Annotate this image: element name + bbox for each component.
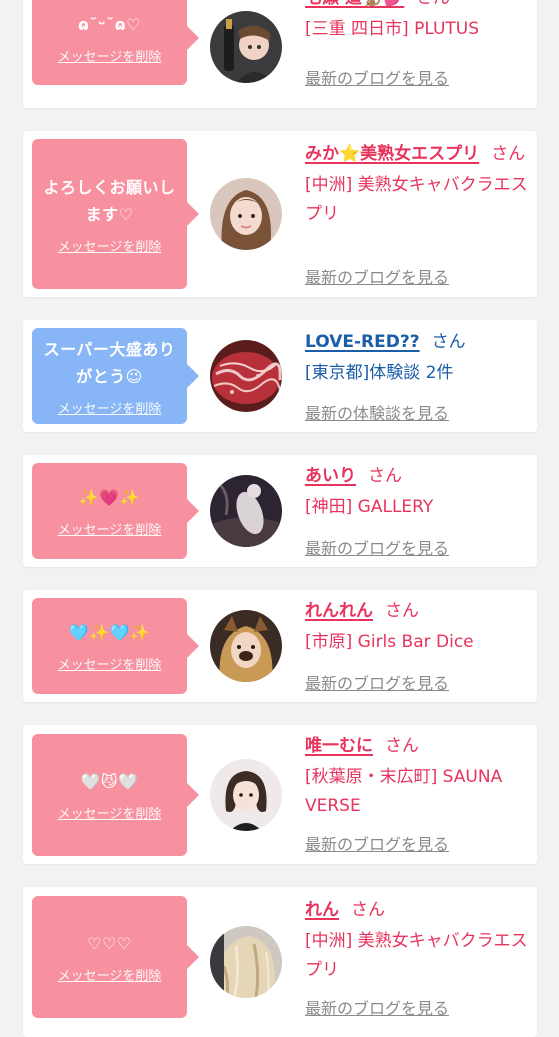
profile-name-link[interactable]: あいり — [305, 466, 356, 486]
profile-info: LOVE-RED?? さん [東京都]体験談 2件 最新の体験談を見る — [305, 327, 531, 432]
profile-info: あいり さん [神田] GALLERY 最新のブログを見る — [305, 461, 531, 567]
latest-post-link[interactable]: 最新のブログを見る — [305, 831, 449, 855]
dark-photo-avatar[interactable] — [210, 475, 282, 547]
favorite-card: よろしくお願いします♡ メッセージを削除 みか⭐美熟女エスプリ さん [中洲] 美… — [23, 131, 537, 297]
delete-message-link[interactable]: メッセージを削除 — [58, 654, 162, 673]
honorific-label: さん — [491, 144, 526, 164]
message-text: よろしくお願いします♡ — [43, 177, 176, 224]
latest-post-link[interactable]: 最新のブログを見る — [305, 65, 449, 89]
delete-message-link[interactable]: メッセージを削除 — [58, 46, 162, 65]
area-shop-label: [三重 四日市] PLUTUS — [305, 19, 480, 39]
profile-name-link[interactable]: れんれん — [305, 601, 373, 621]
favorite-card: スーパー大盛ありがとう😉 メッセージを削除 LOVE-RED?? さん [東京都]… — [23, 320, 537, 432]
honorific-label: さん — [385, 736, 419, 756]
profile-info: れんれん さん [市原] Girls Bar Dice 最新のブログを見る — [305, 596, 531, 702]
message-text: 🤍😼🤍 — [80, 772, 139, 791]
message-bubble: スーパー大盛ありがとう😉 メッセージを削除 — [32, 328, 199, 424]
favorite-card: ✨💗✨ メッセージを削除 あいり さん [神田] GALLERY 最新のブログを見… — [23, 455, 537, 567]
favorite-card: 🤍😼🤍 メッセージを削除 唯一むに さん [秋葉原・末広町] SAUNA VERS… — [23, 725, 537, 864]
dog-filter-selfie-avatar[interactable] — [210, 610, 282, 682]
profile-info: 七瀬 遥🐒💕 さん [三重 四日市] PLUTUS 最新のブログを見る — [305, 0, 531, 108]
delete-message-link[interactable]: メッセージを削除 — [58, 519, 162, 538]
area-shop-label: [神田] GALLERY — [305, 497, 434, 517]
latest-post-link[interactable]: 最新のブログを見る — [305, 670, 449, 694]
delete-message-link[interactable]: メッセージを削除 — [58, 236, 162, 255]
honorific-label: さん — [431, 332, 466, 352]
profile-name-link[interactable]: 唯一むに — [305, 736, 373, 756]
honorific-label: さん — [351, 900, 385, 920]
profile-name-link[interactable]: 七瀬 遥🐒💕 — [305, 0, 404, 8]
message-text: 🩵✨🩵✨ — [68, 623, 151, 642]
profile-name-link[interactable]: LOVE-RED?? — [305, 332, 420, 352]
profile-name-link[interactable]: れん — [305, 900, 339, 920]
favorite-card: 🩵✨🩵✨ メッセージを削除 れんれん さん [市原] Girls Bar Dice… — [23, 590, 537, 702]
delete-message-link[interactable]: メッセージを削除 — [58, 398, 162, 417]
favorite-card: ♡♡♡ メッセージを削除 れん さん [中洲] 美熟女キャバクラエスプリ 最新のブ… — [23, 887, 537, 1037]
latest-post-link[interactable]: 最新のブログを見る — [305, 535, 449, 559]
area-shop-label: [中洲] 美熟女キャバクラエスプリ — [305, 931, 528, 980]
favorite-card: ɷ˘ᵕ˘ɷ♡ メッセージを削除 七瀬 遥🐒💕 さん [三重 四日市] PLUTUS… — [23, 0, 537, 108]
message-bubble: ɷ˘ᵕ˘ɷ♡ メッセージを削除 — [32, 0, 199, 85]
latest-post-link[interactable]: 最新のブログを見る — [305, 995, 449, 1019]
message-bubble: 🩵✨🩵✨ メッセージを削除 — [32, 598, 199, 694]
message-text: ✨💗✨ — [78, 488, 141, 507]
blonde-hair-avatar[interactable] — [210, 926, 282, 998]
area-shop-label: [秋葉原・末広町] SAUNA VERSE — [305, 767, 503, 816]
girl-with-bottle-avatar[interactable] — [210, 11, 282, 83]
area-shop-label: [東京都]体験談 2件 — [305, 363, 454, 383]
honorific-label: さん — [368, 466, 402, 486]
message-text: ɷ˘ᵕ˘ɷ♡ — [78, 15, 141, 34]
message-bubble: ✨💗✨ メッセージを削除 — [32, 463, 199, 559]
message-text: スーパー大盛ありがとう😉 — [43, 339, 176, 386]
profile-info: みか⭐美熟女エスプリ さん [中洲] 美熟女キャバクラエスプリ 最新のブログを見る — [305, 139, 531, 297]
delete-message-link[interactable]: メッセージを削除 — [58, 803, 162, 822]
profile-info: れん さん [中洲] 美熟女キャバクラエスプリ 最新のブログを見る — [305, 895, 531, 1037]
area-shop-label: [中洲] 美熟女キャバクラエスプリ — [305, 175, 528, 224]
latest-post-link[interactable]: 最新の体験談を見る — [305, 400, 449, 424]
raw-meat-avatar[interactable] — [210, 340, 282, 412]
message-bubble: 🤍😼🤍 メッセージを削除 — [32, 734, 199, 856]
latest-post-link[interactable]: 最新のブログを見る — [305, 264, 449, 288]
long-hair-selfie-avatar[interactable] — [210, 178, 282, 250]
message-bubble: よろしくお願いします♡ メッセージを削除 — [32, 139, 199, 289]
area-shop-label: [市原] Girls Bar Dice — [305, 632, 474, 652]
honorific-label: さん — [385, 601, 419, 621]
message-text: ♡♡♡ — [87, 934, 132, 953]
profile-info: 唯一むに さん [秋葉原・末広町] SAUNA VERSE 最新のブログを見る — [305, 731, 531, 864]
profile-name-link[interactable]: みか⭐美熟女エスプリ — [305, 144, 479, 164]
delete-message-link[interactable]: メッセージを削除 — [58, 965, 162, 984]
bob-hair-portrait-avatar[interactable] — [210, 759, 282, 831]
honorific-label: さん — [416, 0, 450, 8]
